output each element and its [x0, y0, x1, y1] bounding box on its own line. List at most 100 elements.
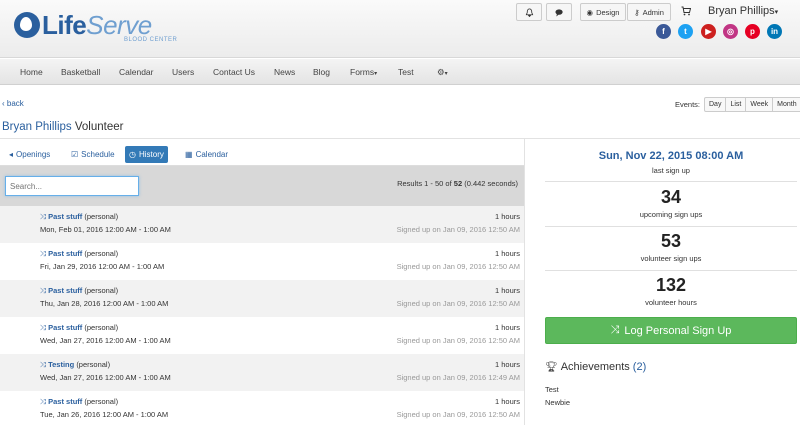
notifications-button[interactable] [516, 3, 542, 21]
row-title: ⤨ Past stuff (personal) [40, 286, 118, 296]
shuffle-icon: ⤨ [40, 323, 49, 332]
facebook-icon[interactable]: f [656, 24, 671, 39]
hours-label: volunteer hours [645, 298, 697, 307]
list-item[interactable]: ⤨ Testing (personal) Wed, Jan 27, 2016 1… [0, 354, 524, 391]
row-signed-up: Signed up on Jan 09, 2016 12:50 AM [396, 299, 520, 308]
hours-count: 132 [655, 275, 687, 295]
shuffle-icon: ⤨ [40, 286, 49, 295]
last-signup-label: last sign up [652, 166, 690, 175]
row-title: ⤨ Past stuff (personal) [40, 249, 118, 259]
tab-openings-label: Openings [16, 150, 51, 159]
youtube-icon[interactable]: ▶ [701, 24, 716, 39]
list-item[interactable]: ⤨ Past stuff (personal) Tue, Jan 26, 201… [0, 391, 524, 425]
last-signup-date: Sun, Nov 22, 2015 08:00 AM [598, 150, 744, 162]
shuffle-icon: ⤨ [610, 324, 620, 336]
row-name[interactable]: Past stuff [48, 323, 82, 332]
nav-item-forms[interactable]: Forms▾ [350, 67, 377, 77]
caret-down-icon: ▾ [774, 9, 779, 16]
linkedin-icon[interactable]: in [767, 24, 782, 39]
achievements-count[interactable]: (2) [633, 361, 646, 373]
shuffle-icon: ⤨ [40, 360, 49, 369]
search-input[interactable] [5, 176, 139, 196]
row-name[interactable]: Past stuff [48, 286, 82, 295]
row-title: ⤨ Testing (personal) [40, 360, 110, 370]
shuffle-icon: ⤨ [40, 249, 49, 258]
row-signed-up: Signed up on Jan 09, 2016 12:50 AM [396, 225, 520, 234]
row-signed-up: Signed up on Jan 09, 2016 12:49 AM [396, 373, 520, 382]
upcoming-label: upcoming sign ups [639, 210, 703, 219]
row-date: Fri, Jan 29, 2016 12:00 AM - 1:00 AM [40, 262, 165, 271]
tab-calendar-label: Calendar [195, 150, 229, 159]
twitter-icon[interactable]: t [678, 24, 693, 39]
list-item[interactable]: ⤨ Past stuff (personal) Mon, Feb 01, 201… [0, 206, 524, 243]
events-label: Events: [675, 100, 701, 109]
nav-forms-label: Forms [350, 67, 375, 77]
instagram-icon[interactable]: ◎ [723, 24, 738, 39]
trophy-icon: 🏆︎ [545, 361, 558, 373]
nav-item-contact[interactable]: Contact Us [213, 67, 255, 77]
row-name[interactable]: Past stuff [48, 397, 82, 406]
divider [545, 270, 797, 271]
messages-button[interactable] [546, 3, 572, 21]
events-list-button[interactable]: List [726, 98, 747, 111]
gear-icon: ⚙ [437, 67, 445, 77]
row-kind: (personal) [84, 286, 119, 295]
volunteer-count: 53 [660, 231, 682, 251]
row-title: ⤨ Past stuff (personal) [40, 323, 118, 333]
row-name[interactable]: Testing [48, 360, 74, 369]
tab-schedule[interactable]: ☑ Schedule [67, 146, 119, 163]
clock-icon: ◷ [129, 150, 136, 159]
logo-word-serve: Serve [86, 10, 152, 40]
nav-item-home[interactable]: Home [20, 67, 43, 77]
nav-item-calendar[interactable]: Calendar [119, 67, 154, 77]
nav-item-news[interactable]: News [274, 67, 295, 77]
list-item[interactable]: ⤨ Past stuff (personal) Thu, Jan 28, 201… [0, 280, 524, 317]
nav-item-settings[interactable]: ⚙▾ [437, 67, 448, 78]
design-label: Design [596, 7, 620, 17]
row-hours: 1 hours [494, 286, 520, 295]
row-name[interactable]: Past stuff [48, 212, 82, 221]
calendar-icon: ▦ [185, 150, 193, 159]
row-name[interactable]: Past stuff [48, 249, 82, 258]
achievement-item: Newbie [545, 398, 571, 407]
lifeserve-logo[interactable]: LifeServe BLOOD CENTER [14, 10, 189, 48]
design-button[interactable]: ◉ Design [580, 3, 626, 21]
log-button-label: Log Personal Sign Up [624, 324, 732, 337]
tab-openings[interactable]: ◂ Openings [5, 146, 54, 163]
admin-button[interactable]: ⚷ Admin [627, 3, 671, 21]
row-hours: 1 hours [494, 212, 520, 221]
row-kind: (personal) [76, 360, 111, 369]
row-title: ⤨ Past stuff (personal) [40, 397, 118, 407]
cart-icon[interactable] [681, 6, 691, 16]
row-hours: 1 hours [494, 249, 520, 258]
events-day-button[interactable]: Day [705, 98, 727, 111]
results-summary: Results 1 - 50 of 52 (0.442 seconds) [397, 179, 518, 188]
eye-icon: ◉ [586, 7, 594, 17]
events-month-button[interactable]: Month [773, 98, 800, 111]
check-icon: ☑ [71, 150, 79, 159]
pinterest-icon[interactable]: p [745, 24, 760, 39]
site-header: LifeServe BLOOD CENTER ◉ Design ⚷ Admin Br… [0, 0, 800, 58]
user-name: Bryan Phillips [708, 5, 775, 17]
caret-down-icon: ▾ [444, 71, 448, 77]
log-personal-signup-button[interactable]: ⤨ Log Personal Sign Up [545, 317, 797, 344]
user-menu[interactable]: Bryan Phillips▾ [708, 5, 778, 17]
nav-item-users[interactable]: Users [172, 67, 194, 77]
row-hours: 1 hours [494, 397, 520, 406]
tab-history-label: History [138, 150, 164, 159]
tab-history[interactable]: ◷ History [125, 146, 168, 163]
logo-subtitle: BLOOD CENTER [124, 37, 178, 43]
list-item[interactable]: ⤨ Past stuff (personal) Fri, Jan 29, 201… [0, 243, 524, 280]
events-week-button[interactable]: Week [746, 98, 774, 111]
tab-calendar[interactable]: ▦ Calendar [181, 146, 232, 163]
nav-item-test[interactable]: Test [398, 67, 414, 77]
search-toolbar: Results 1 - 50 of 52 (0.442 seconds) [0, 166, 524, 206]
divider [545, 181, 797, 182]
page-title-name[interactable]: Bryan Phillips [2, 121, 72, 133]
nav-item-basketball[interactable]: Basketball [61, 67, 100, 77]
back-link[interactable]: ‹ back [2, 99, 24, 108]
list-item[interactable]: ⤨ Past stuff (personal) Wed, Jan 27, 201… [0, 317, 524, 354]
divider [0, 138, 800, 139]
nav-item-blog[interactable]: Blog [313, 67, 330, 77]
row-kind: (personal) [84, 397, 119, 406]
